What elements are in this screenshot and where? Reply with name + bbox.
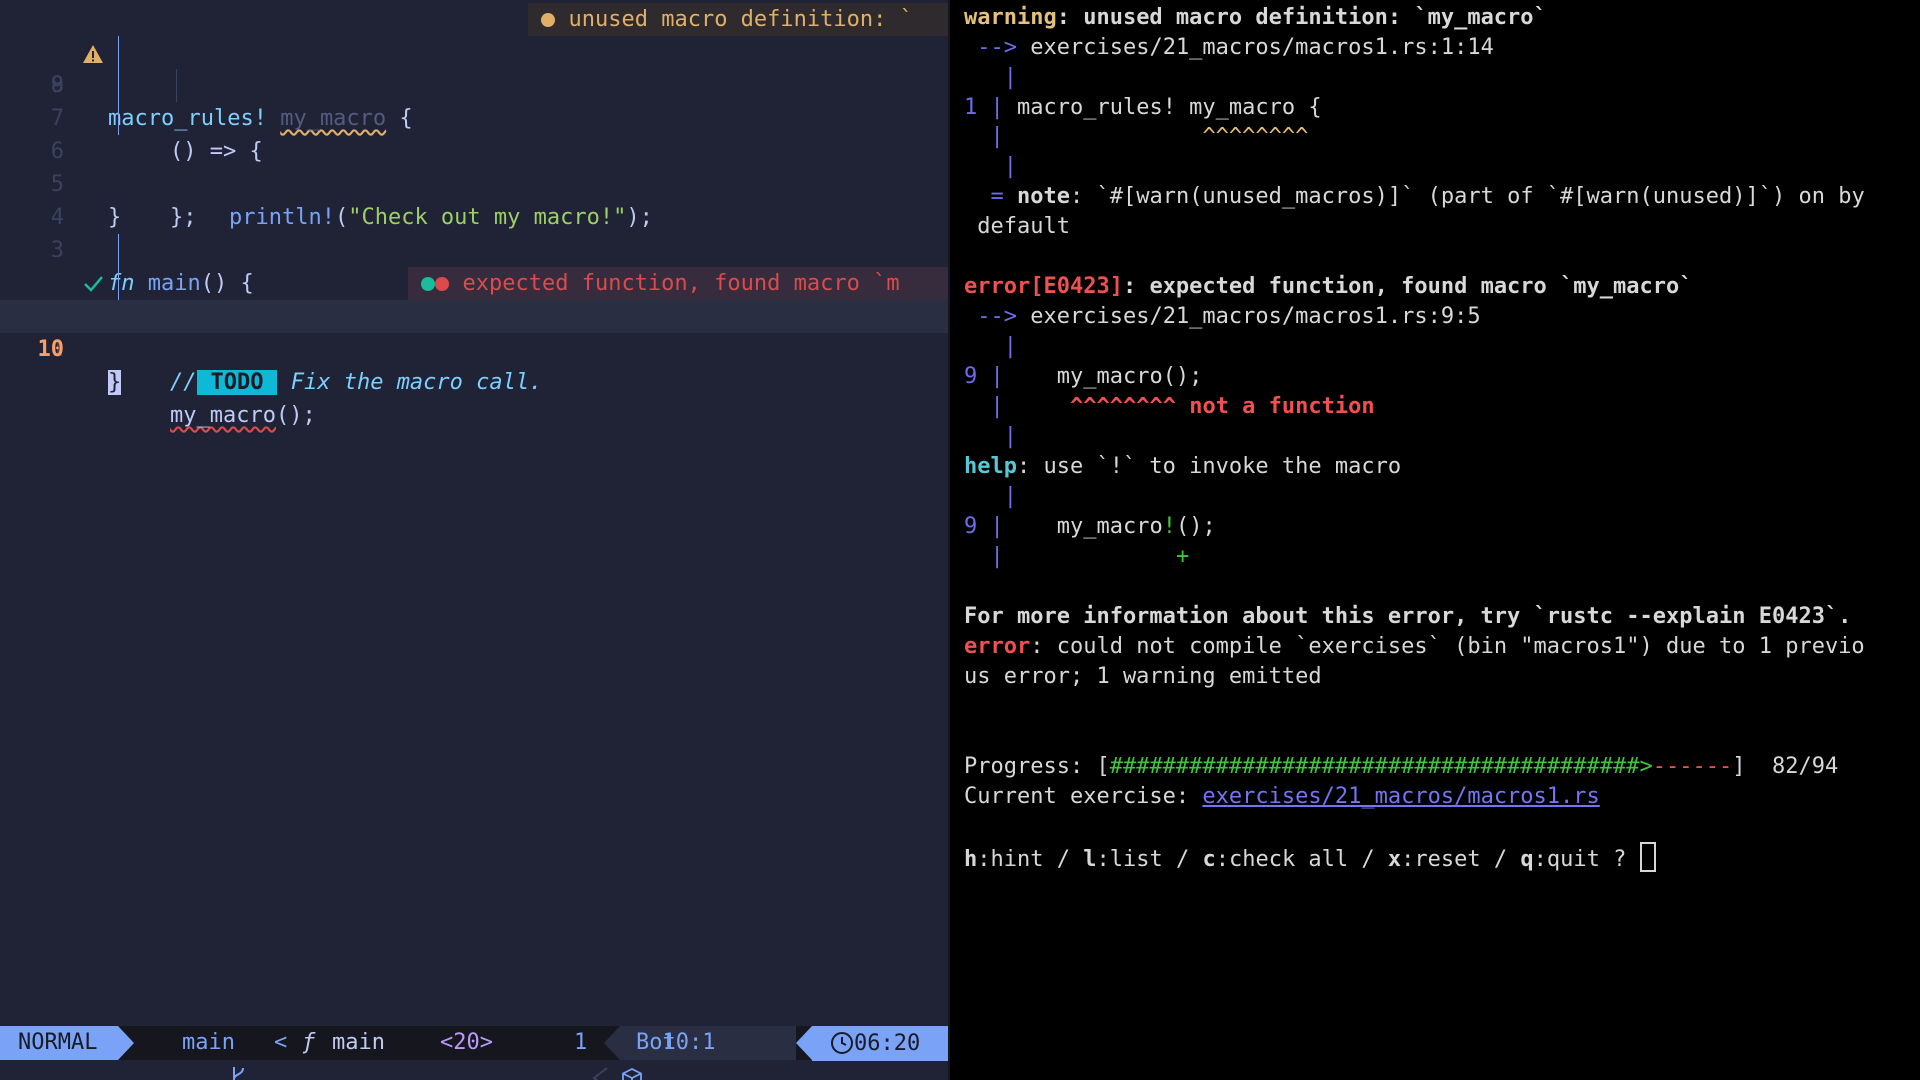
source-line: 1 | macro_rules! my_macro { bbox=[964, 95, 1322, 120]
indent-guide bbox=[118, 69, 119, 102]
error-line: error[E0423]: expected function, found m… bbox=[964, 274, 1693, 299]
line-number: 10 bbox=[37, 337, 65, 362]
progress-bar-remaining: ------ bbox=[1652, 754, 1733, 779]
time-separator bbox=[796, 1026, 812, 1060]
lsp-count: 1 bbox=[574, 1030, 588, 1055]
current-function: main bbox=[332, 1030, 385, 1055]
reset-key[interactable]: x bbox=[1388, 847, 1401, 872]
terminal-pane[interactable]: warning: unused macro definition: `my_ma… bbox=[958, 0, 1920, 1080]
help-line: help: use `!` to invoke the macro bbox=[964, 454, 1402, 479]
suggestion-line: 9 | my_macro!(); bbox=[964, 514, 1216, 539]
editor-line[interactable]: 3 fn main() { bbox=[0, 201, 948, 296]
note-line-wrap: default bbox=[977, 214, 1070, 239]
gutter-line: | bbox=[1003, 65, 1017, 90]
location-line: --> exercises/21_macros/macros1.rs:1:14 bbox=[977, 35, 1494, 60]
terminal-cursor[interactable] bbox=[1639, 842, 1656, 872]
indent-guide bbox=[176, 69, 177, 102]
warning-dot-icon bbox=[541, 13, 556, 27]
gutter-line: | bbox=[1003, 334, 1017, 359]
caret-line: | ^^^^^^^^ bbox=[990, 124, 1309, 149]
error-icon[interactable] bbox=[3, 273, 104, 328]
editor-line[interactable]: 9 macro_rules! my_macro { unused macro d… bbox=[0, 3, 948, 131]
function-icon: ƒ bbox=[302, 1030, 316, 1055]
hint-key[interactable]: h bbox=[964, 847, 977, 872]
position-section: Bot 10:1 bbox=[620, 1026, 796, 1060]
clock-icon bbox=[830, 1031, 854, 1066]
current-exercise-line: Current exercise: exercises/21_macros/ma… bbox=[964, 784, 1600, 809]
editor-line[interactable]: 4 bbox=[0, 168, 948, 230]
more-info-line: For more information about this error, t… bbox=[964, 604, 1852, 629]
progress-line: Progress: [#############################… bbox=[964, 754, 1839, 779]
indent-guide bbox=[118, 267, 119, 300]
hint-dot-icon bbox=[421, 277, 436, 291]
mode-indicator: NORMAL bbox=[0, 1026, 118, 1060]
editor-line[interactable]: 1 my_macro(); expected function, found m… bbox=[0, 267, 948, 428]
check-icon bbox=[3, 238, 104, 292]
note-line: = note: `#[warn(unused_macros)]` (part o… bbox=[990, 184, 1865, 209]
todo-badge: TODO bbox=[196, 370, 278, 395]
caret-line: | ^^^^^^^^ not a function bbox=[990, 394, 1375, 419]
indent-guide bbox=[118, 36, 119, 69]
gutter-line: | bbox=[1003, 424, 1017, 449]
editor-line[interactable]: 2 //TODO Fix the macro call. bbox=[0, 234, 948, 395]
gutter-line: | bbox=[1003, 154, 1017, 179]
editor-line[interactable]: 6 }; bbox=[0, 102, 948, 230]
compile-error-line-wrap: us error; 1 warning emitted bbox=[964, 664, 1322, 689]
quit-key[interactable]: q bbox=[1520, 847, 1533, 872]
clock-time: 06:20 bbox=[854, 1031, 921, 1056]
todo-comment: //TODO Fix the macro call. bbox=[170, 370, 543, 395]
section-separator bbox=[604, 1026, 620, 1060]
location-line: --> exercises/21_macros/macros1.rs:9:5 bbox=[977, 304, 1481, 329]
gutter-line: | bbox=[1003, 484, 1017, 509]
progress-bar-done: ########################################… bbox=[1109, 754, 1653, 779]
editor-line[interactable]: 8 () => { bbox=[0, 36, 948, 164]
diagnostic-virtual-text-warning: unused macro definition: ` bbox=[528, 3, 948, 36]
suggestion-marker-line: | + bbox=[990, 544, 1190, 569]
editor-cursor: } bbox=[108, 370, 122, 395]
search-count: <20> bbox=[440, 1030, 493, 1055]
list-key[interactable]: l bbox=[1083, 847, 1096, 872]
error-dot-icon bbox=[435, 277, 450, 291]
warning-icon[interactable] bbox=[3, 9, 104, 63]
indent-guide bbox=[118, 234, 119, 267]
compile-error-line: error: could not compile `exercises` (bi… bbox=[964, 634, 1865, 659]
mode-separator bbox=[118, 1026, 134, 1060]
cursor-position: 10:1 bbox=[662, 1030, 716, 1055]
diagnostic-virtual-text-error: expected function, found macro `m bbox=[408, 267, 948, 300]
warning-line: warning: unused macro definition: `my_ma… bbox=[964, 5, 1547, 30]
context-separator: < bbox=[274, 1030, 288, 1055]
git-branch[interactable]: main bbox=[182, 1026, 235, 1060]
editor-line-current[interactable]: 10 } bbox=[0, 300, 948, 395]
key-hints-line[interactable]: h:hint / l:list / c:check all / x:reset … bbox=[964, 842, 1920, 872]
code-text: } bbox=[108, 366, 122, 399]
window-split-border[interactable] bbox=[948, 0, 950, 1080]
current-exercise-link[interactable]: exercises/21_macros/macros1.rs bbox=[1202, 784, 1599, 809]
editor-line[interactable]: 7 println!("Check out my macro!"); bbox=[0, 69, 948, 230]
editor-line[interactable]: 5 } bbox=[0, 135, 948, 230]
progress-count: 82/94 bbox=[1772, 754, 1839, 779]
editor-pane[interactable]: 9 macro_rules! my_macro { unused macro d… bbox=[0, 0, 948, 1080]
clock-section: 06:20 bbox=[812, 1026, 948, 1061]
source-line: 9 | my_macro(); bbox=[964, 364, 1203, 389]
code-text: my_macro(); bbox=[170, 403, 316, 428]
check-all-key[interactable]: c bbox=[1202, 847, 1215, 872]
indent-guide bbox=[118, 102, 119, 135]
status-line: NORMAL main < ƒ main <20> 1 Bot 10:1 06:… bbox=[0, 1026, 948, 1080]
